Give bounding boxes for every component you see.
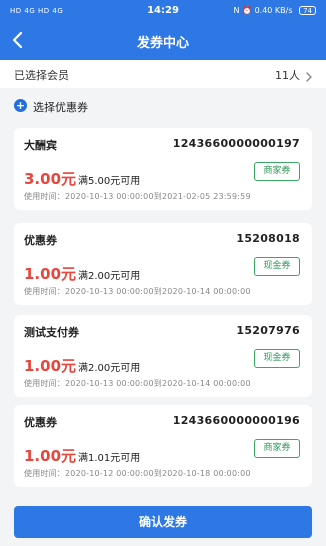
coupon-card[interactable]: 测试支付券 15207976 1.00元 满2.00元可用 现金券 使用时间：2… (14, 315, 312, 397)
coupon-validity: 使用时间：2020-10-13 00:00:00到2021-02-05 23:5… (24, 192, 251, 201)
coupon-card[interactable]: 优惠券 15208018 1.00元 满2.00元可用 现金券 使用时间：202… (14, 223, 312, 305)
coupon-name: 测试支付券 (24, 326, 79, 339)
coupon-amount: 1.00元 (24, 447, 77, 465)
coupon-amount: 3.00元 (24, 170, 77, 188)
coupon-code: 15208018 (236, 232, 300, 245)
member-label: 已选择会员 (14, 69, 69, 82)
status-bar: HD 4G HD 4G 14:29 N ⏰ 0.40 KB/s 74 (0, 0, 326, 22)
coupon-amount: 1.00元 (24, 265, 77, 283)
coupon-type-badge: 商家券 (254, 162, 300, 181)
select-coupon-label: 选择优惠券 (33, 101, 88, 114)
coupon-validity: 使用时间：2020-10-13 00:00:00到2020-10-14 00:0… (24, 379, 251, 388)
nav-bar: 发券中心 (0, 28, 326, 54)
coupon-code: 1243660000000197 (172, 137, 300, 150)
coupon-type-badge: 商家券 (254, 439, 300, 458)
coupon-name: 优惠券 (24, 234, 57, 247)
coupon-condition: 满5.00元可用 (78, 176, 141, 187)
coupon-name: 大酬宾 (24, 139, 57, 152)
confirm-issue-button[interactable]: 确认发券 (14, 506, 312, 538)
coupon-type-badge: 现金券 (254, 349, 300, 368)
coupon-condition: 满2.00元可用 (78, 271, 141, 282)
coupon-validity: 使用时间：2020-10-12 00:00:00到2020-10-18 00:0… (24, 469, 251, 478)
coupon-name: 优惠券 (24, 416, 57, 429)
chevron-right-icon (304, 68, 314, 82)
selected-members-row[interactable]: 已选择会员 11人 (0, 60, 326, 88)
coupon-condition: 满1.01元可用 (78, 453, 141, 464)
network-speed: N ⏰ 0.40 KB/s (233, 6, 293, 15)
battery-icon: 74 (299, 6, 316, 15)
plus-circle-icon: + (14, 99, 27, 112)
coupon-validity: 使用时间：2020-10-13 00:00:00到2020-10-14 00:0… (24, 287, 251, 296)
status-icons: N ⏰ 0.40 KB/s 74 (234, 6, 316, 15)
coupon-condition: 满2.00元可用 (78, 363, 141, 374)
coupon-card[interactable]: 优惠券 1243660000000196 1.00元 满1.01元可用 商家券 … (14, 405, 312, 487)
coupon-amount: 1.00元 (24, 357, 77, 375)
coupon-code: 1243660000000196 (172, 414, 300, 427)
member-count: 11人 (275, 69, 300, 82)
app-header: HD 4G HD 4G 14:29 N ⏰ 0.40 KB/s 74 发券中心 (0, 0, 326, 60)
coupon-code: 15207976 (236, 324, 300, 337)
coupon-type-badge: 现金券 (254, 257, 300, 276)
coupon-card[interactable]: 大酬宾 1243660000000197 3.00元 满5.00元可用 商家券 … (14, 128, 312, 210)
page-title: 发券中心 (136, 36, 189, 51)
